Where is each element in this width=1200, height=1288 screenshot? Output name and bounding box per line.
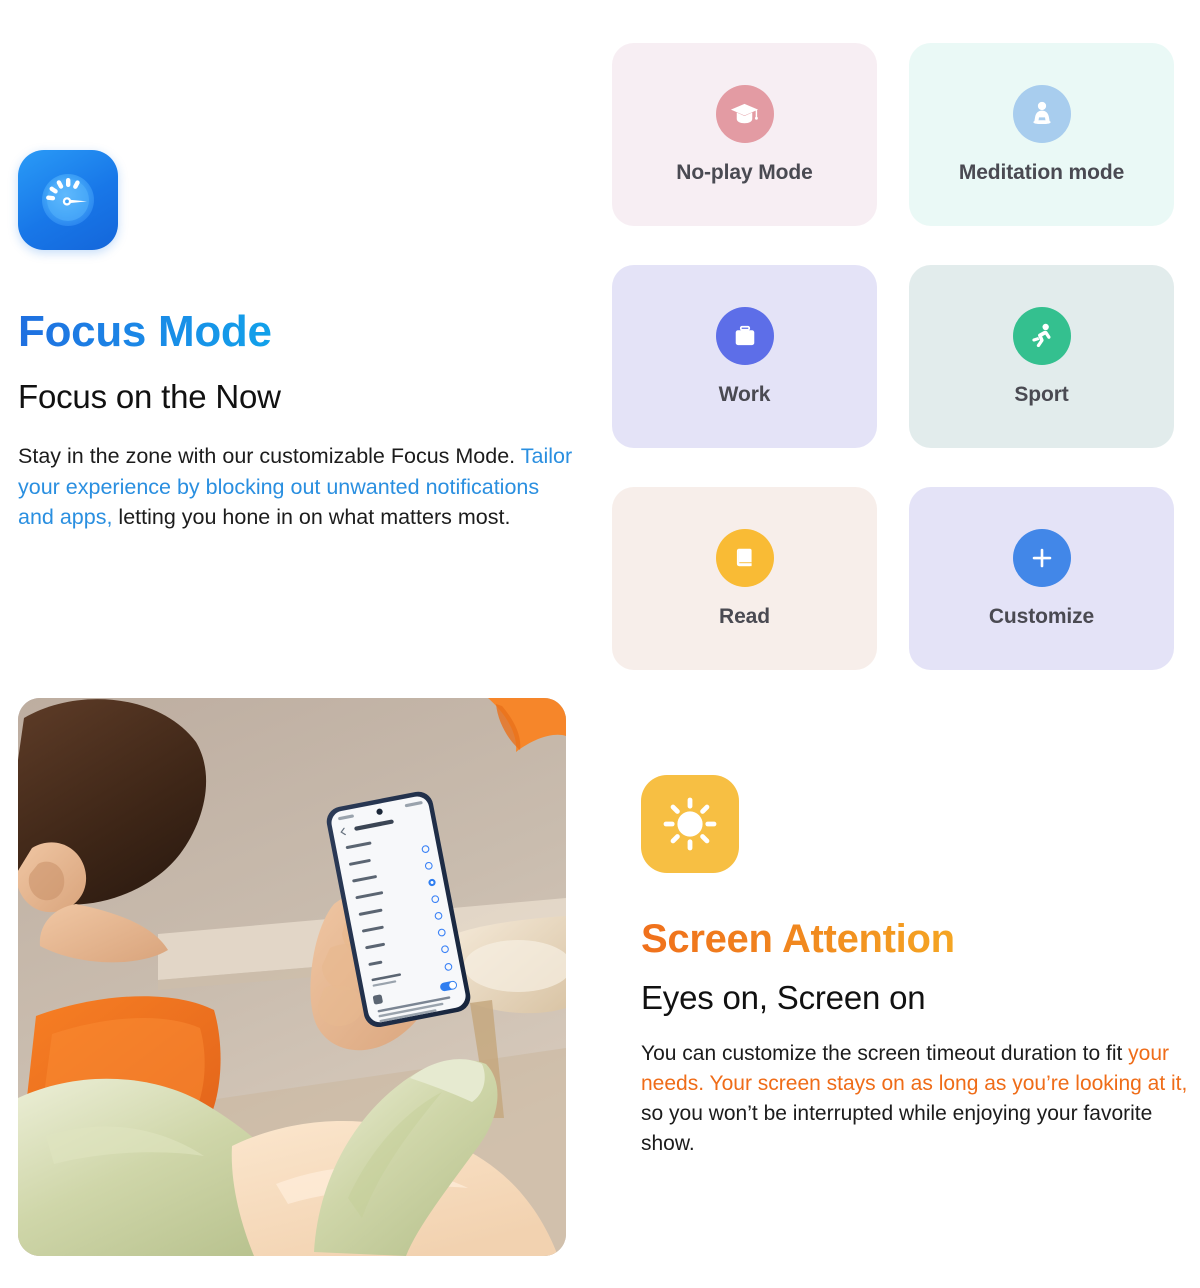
screen-attention-headline: Screen Attention bbox=[641, 917, 955, 961]
focus-mode-subheadline: Focus on the Now bbox=[18, 377, 281, 415]
screen-attention-body: You can customize the screen timeout dur… bbox=[641, 1039, 1200, 1158]
focus-mode-headline: Focus Mode bbox=[18, 307, 272, 356]
mode-card-no-play[interactable]: No-play Mode bbox=[612, 43, 877, 226]
attention-body-tail: so you won’t be interrupted while enjoyi… bbox=[641, 1101, 1153, 1155]
person-using-phone-photo bbox=[18, 698, 566, 1256]
mode-card-label: No-play Mode bbox=[676, 160, 813, 184]
mode-card-label: Sport bbox=[1014, 382, 1069, 406]
focus-mode-body: Stay in the zone with our customizable F… bbox=[18, 441, 574, 533]
focus-mode-section: Focus Mode Focus on the Now Stay in the … bbox=[18, 150, 578, 533]
mode-card-label: Customize bbox=[988, 604, 1095, 628]
mode-card-work[interactable]: Work bbox=[612, 265, 877, 448]
sun-brightness-icon bbox=[641, 775, 739, 873]
marketing-page: Focus Mode Focus on the Now Stay in the … bbox=[0, 0, 1200, 1288]
meditation-person-icon bbox=[1012, 84, 1071, 143]
book-icon bbox=[715, 528, 774, 587]
running-person-icon bbox=[1012, 306, 1071, 365]
screen-attention-section: Screen Attention Eyes on, Screen on You … bbox=[641, 775, 1200, 1158]
attention-body-lead: You can customize the screen timeout dur… bbox=[641, 1042, 1129, 1066]
focus-body-lead: Stay in the zone with our customizable F… bbox=[18, 444, 521, 469]
mode-card-label: Work bbox=[718, 382, 771, 406]
mode-card-label: Meditation mode bbox=[958, 160, 1125, 184]
focus-body-tail: letting you hone in on what matters most… bbox=[112, 505, 511, 530]
screen-attention-subheadline: Eyes on, Screen on bbox=[641, 979, 926, 1017]
briefcase-icon bbox=[715, 306, 774, 365]
mode-card-label: Read bbox=[719, 604, 770, 628]
mode-card-customize[interactable]: Customize bbox=[909, 487, 1174, 670]
graduation-cap-icon bbox=[715, 84, 774, 143]
focus-mode-card-grid: No-play Mode Meditation mode Work Sport … bbox=[612, 43, 1200, 670]
plus-icon bbox=[1012, 528, 1071, 587]
mode-card-read[interactable]: Read bbox=[612, 487, 877, 670]
mode-card-sport[interactable]: Sport bbox=[909, 265, 1174, 448]
speedometer-gauge-icon bbox=[18, 150, 118, 250]
mode-card-meditation[interactable]: Meditation mode bbox=[909, 43, 1174, 226]
